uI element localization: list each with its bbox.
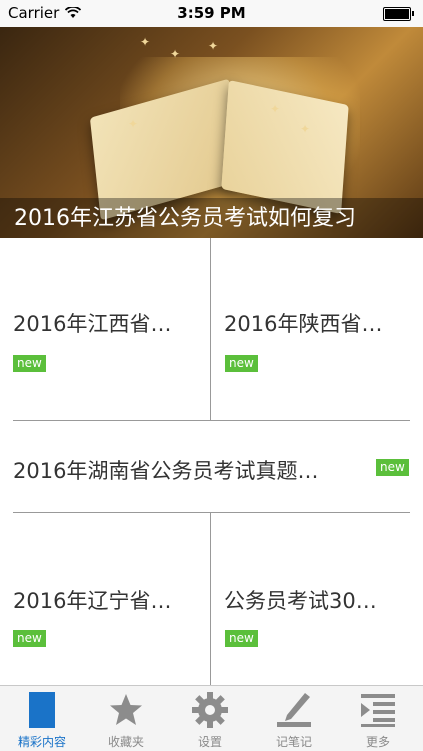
gear-icon [168,690,252,730]
tab-label: 设置 [197,735,222,749]
grid-divider [210,512,211,685]
battery-icon [383,7,414,21]
butterfly-icon: ✦ [208,39,219,53]
tab-settings[interactable]: 设置 [168,686,252,751]
new-badge: new [13,630,46,647]
tab-label: 更多 [365,735,390,749]
tab-label: 收藏夹 [107,735,144,749]
article-title: 公务员考试30… [224,589,377,613]
grid-divider [13,512,410,513]
butterfly-icon: ✦ [140,35,151,49]
article-title: 2016年江西省… [13,312,172,336]
butterfly-icon: ✦ [300,122,311,136]
article-title: 2016年湖南省公务员考试真题… [13,459,319,483]
star-icon [84,690,168,730]
article-title: 2016年陕西省… [224,312,383,336]
tab-notes[interactable]: 记笔记 [252,686,336,751]
new-badge: new [13,355,46,372]
tab-featured[interactable]: 精彩内容 [0,686,84,751]
tab-bar: 精彩内容 收藏夹 设置 记笔记 更多 [0,685,423,751]
status-time: 3:59 PM [177,4,246,22]
butterfly-icon: ✦ [270,102,281,116]
new-badge: new [225,630,258,647]
pen-icon [252,690,336,730]
tab-label: 记笔记 [275,735,312,749]
article-title: 2016年辽宁省… [13,589,172,613]
article-icon [0,690,84,730]
status-bar: Carrier 3:59 PM [0,0,423,27]
hero-banner[interactable]: ✦ ✦ ✦ ✦ ✦ ✦ 2016年江苏省公务员考试如何复习 [0,27,423,238]
tab-label: 精彩内容 [17,735,66,749]
more-list-icon [336,690,420,730]
new-badge: new [376,459,409,476]
grid-divider [210,238,211,420]
new-badge: new [225,355,258,372]
hero-title: 2016年江苏省公务员考试如何复习 [0,198,423,238]
tab-more[interactable]: 更多 [336,686,420,751]
butterfly-icon: ✦ [170,47,181,61]
tab-favorites[interactable]: 收藏夹 [84,686,168,751]
butterfly-icon: ✦ [128,117,139,131]
grid-divider [13,420,410,421]
